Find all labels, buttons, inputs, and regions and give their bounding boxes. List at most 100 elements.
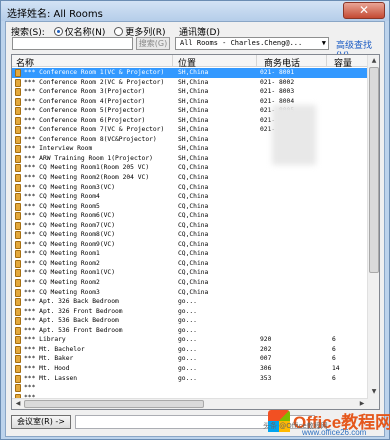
room-name: *** CQ Meeting Room3(VC) (24, 183, 115, 191)
vertical-scrollbar[interactable]: ▲ ▼ (367, 55, 379, 409)
room-icon (15, 355, 21, 364)
room-phone: 202 (260, 345, 272, 353)
more-columns-radio[interactable] (114, 27, 124, 36)
room-capacity: 6 (332, 345, 336, 353)
table-row[interactable]: *** Mt. Hood go... 306 14 (12, 364, 368, 374)
rooms-list[interactable]: 名称 位置 商务电话 容量 *** Conference Room 1(VC &… (11, 54, 380, 410)
address-book-select[interactable]: All Rooms - Charles.Cheng@... ▼ (175, 37, 329, 50)
column-separator[interactable] (256, 55, 257, 67)
room-capacity: 6 (332, 374, 336, 382)
room-phone: 920 (260, 336, 272, 344)
scroll-down-icon[interactable]: ▼ (369, 387, 379, 397)
room-name: *** Mt. Hood (24, 364, 70, 372)
table-row[interactable]: *** CQ Meeting Room2 CQ,China (12, 259, 368, 269)
room-name: *** Mt. Baker (24, 355, 74, 363)
room-capacity: 6 (332, 336, 336, 344)
room-name: *** CQ Meeting Room4 (24, 193, 100, 201)
chevron-down-icon: ▼ (321, 39, 326, 47)
room-name: *** CQ Meeting Room9(VC) (24, 240, 115, 248)
room-icon (15, 212, 21, 221)
room-name: *** Apt. 326 Back Bedroom (24, 298, 119, 306)
table-row[interactable]: *** Library go... 920 6 (12, 335, 368, 345)
watermark: 头条 @Office教程网 (263, 422, 328, 430)
table-row[interactable]: *** Apt. 536 Front Bedroom go... (12, 326, 368, 336)
scroll-up-icon[interactable]: ▲ (369, 56, 379, 66)
room-icon (15, 269, 21, 278)
search-input[interactable] (12, 37, 133, 50)
table-row[interactable]: *** CQ Meeting Room8(VC) CQ,China (12, 230, 368, 240)
room-name: *** Conference Room 7(VC & Projector) (24, 126, 165, 134)
table-row[interactable]: *** CQ Meeting Room9(VC) CQ,China (12, 240, 368, 250)
room-location: go... (178, 374, 197, 382)
title-bar: 选择姓名: All Rooms ✕ (1, 1, 389, 21)
rooms-button[interactable]: 会议室(R) -> (11, 415, 71, 429)
room-icon (15, 135, 21, 144)
room-location: go... (178, 298, 197, 306)
name-only-radio[interactable] (53, 27, 63, 36)
room-name: *** CQ Meeting Room2 (24, 279, 100, 287)
room-location: CQ,China (178, 250, 209, 258)
table-row[interactable]: *** CQ Meeting Room7(VC) CQ,China (12, 221, 368, 231)
table-row[interactable]: *** Apt. 326 Front Bedroom go... (12, 307, 368, 317)
scroll-thumb[interactable] (369, 67, 379, 273)
room-icon (15, 78, 21, 87)
room-name: *** Library (24, 336, 66, 344)
table-row[interactable]: *** CQ Meeting Room3(VC) CQ,China (12, 183, 368, 193)
table-row[interactable]: *** Mt. Lassen go... 353 6 (12, 374, 368, 384)
room-name: *** CQ Meeting Room8(VC) (24, 231, 115, 239)
table-row[interactable]: *** Mt. Bachelor go... 202 6 (12, 345, 368, 355)
column-separator[interactable] (326, 55, 327, 67)
list-header: 名称 位置 商务电话 容量 (12, 55, 368, 69)
redacted-area (272, 105, 316, 165)
column-separator[interactable] (172, 55, 173, 67)
table-row[interactable]: *** CQ Meeting Room5 CQ,China (12, 202, 368, 212)
table-row[interactable]: *** Conference Room 3(Projector) SH,China… (12, 87, 368, 97)
close-button[interactable]: ✕ (343, 2, 385, 19)
room-location: go... (178, 336, 197, 344)
room-location: go... (178, 326, 197, 334)
room-icon (15, 384, 21, 393)
room-name: *** CQ Meeting Room5 (24, 202, 100, 210)
table-row[interactable]: *** CQ Meeting Room6(VC) CQ,China (12, 211, 368, 221)
room-name: *** ARW Training Room 1(Projector) (24, 154, 153, 162)
table-row[interactable]: *** CQ Meeting Room4 CQ,China (12, 192, 368, 202)
table-row[interactable]: *** CQ Meeting Room1 CQ,China (12, 249, 368, 259)
scroll-left-icon[interactable]: ◀ (13, 399, 23, 409)
room-icon (15, 164, 21, 173)
table-row[interactable]: *** CQ Meeting Room1(VC) CQ,China (12, 268, 368, 278)
table-row[interactable]: *** Conference Room 2(VC & Projector) SH,… (12, 78, 368, 88)
room-icon (15, 364, 21, 373)
room-location: CQ,China (178, 212, 209, 220)
room-icon (15, 336, 21, 345)
room-location: go... (178, 364, 197, 372)
room-phone: 021- 8001 (260, 69, 295, 76)
table-row[interactable]: *** CQ Meeting Room3 CQ,China (12, 288, 368, 298)
room-icon (15, 107, 21, 116)
table-row[interactable]: *** Apt. 536 Back Bedroom go... (12, 316, 368, 326)
room-name: *** CQ Meeting Room2 (24, 259, 100, 267)
room-location: CQ,China (178, 269, 209, 277)
room-icon (15, 298, 21, 307)
room-name: *** Mt. Lassen (24, 374, 78, 382)
room-location: SH,China (178, 107, 209, 115)
room-icon (15, 345, 21, 354)
room-name: *** CQ Meeting Room2(Room 204 VC) (24, 174, 150, 182)
room-location: CQ,China (178, 193, 209, 201)
search-button[interactable]: 搜索(G) (136, 37, 170, 50)
table-row[interactable]: *** (12, 383, 368, 393)
hscroll-thumb[interactable] (24, 400, 204, 408)
table-row[interactable]: *** Conference Room 1(VC & Projector) SH,… (12, 68, 368, 78)
room-name: *** Conference Room 1(VC & Projector) (24, 69, 165, 76)
room-location: CQ,China (178, 221, 209, 229)
table-row[interactable]: *** CQ Meeting Room2(Room 204 VC) CQ,Chin… (12, 173, 368, 183)
table-row[interactable]: *** Mt. Baker go... 007 6 (12, 354, 368, 364)
window-title: 选择姓名: All Rooms (7, 9, 103, 20)
room-name: *** Conference Room 2(VC & Projector) (24, 78, 165, 86)
table-row[interactable]: *** CQ Meeting Room2 CQ,China (12, 278, 368, 288)
room-location: CQ,China (178, 174, 209, 182)
room-name: *** Mt. Bachelor (24, 345, 85, 353)
table-row[interactable]: *** Apt. 326 Back Bedroom go... (12, 297, 368, 307)
room-name: *** Apt. 536 Back Bedroom (24, 317, 119, 325)
room-name: *** CQ Meeting Room7(VC) (24, 221, 115, 229)
room-name: *** CQ Meeting Room1(Room 205 VC) (24, 164, 150, 172)
